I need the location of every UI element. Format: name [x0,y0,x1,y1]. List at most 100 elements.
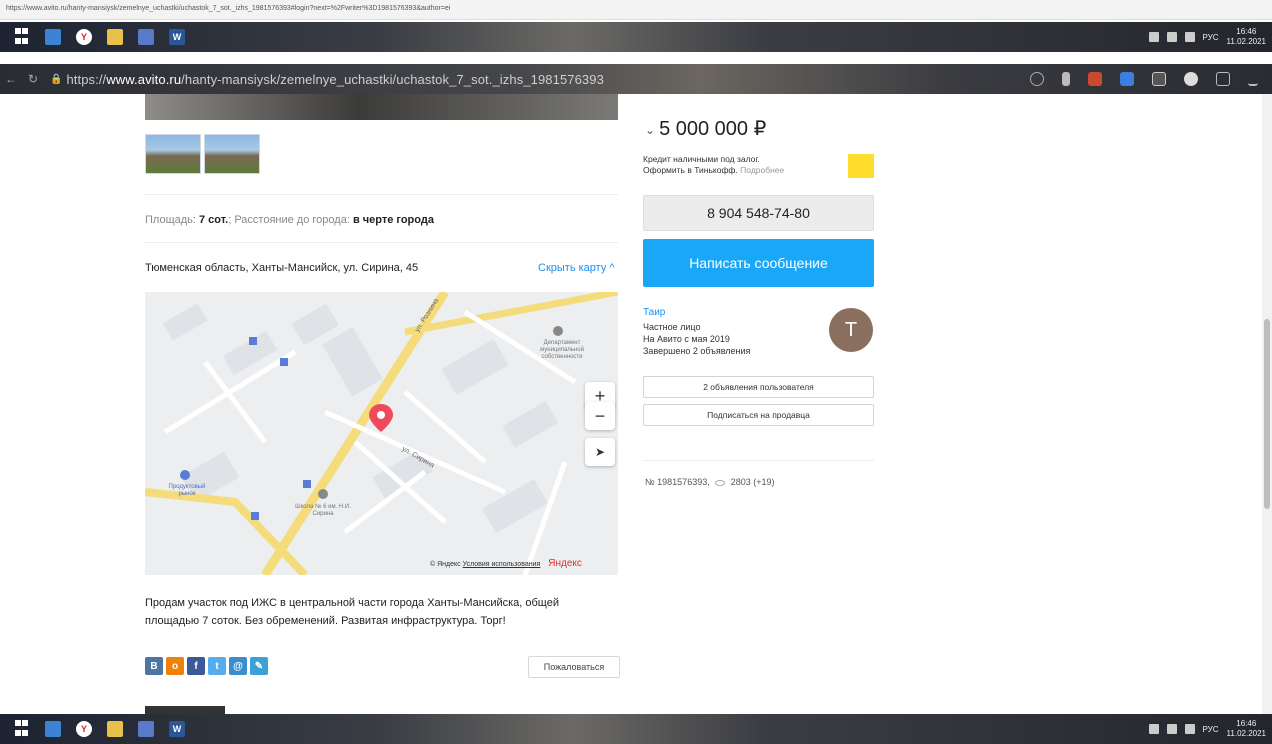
url-domain: www.avito.ru [106,71,182,87]
item-address: Тюменская область, Ханты-Мансийск, ул. С… [145,262,419,274]
facebook-icon[interactable]: f [187,657,205,675]
write-message-button[interactable]: Написать сообщение [643,239,874,287]
map-label-school: Школа № 6 им. Н.И. Сирина [295,504,351,517]
status-url: https://www.avito.ru/hanty-mansiysk/zeme… [0,0,1272,20]
settings-icon[interactable] [1184,72,1198,86]
seller-ads-button[interactable]: 2 объявления пользователя [643,376,874,398]
download-icon[interactable] [1248,72,1258,86]
complain-button[interactable]: Пожаловаться [528,656,620,678]
address-field[interactable]: https://www.avito.ru/hanty-mansiysk/zeme… [66,72,603,87]
lock-icon: 🔒 [50,73,63,85]
word-icon[interactable]: W [169,29,185,45]
map-label-market: Продуктовый рынок [168,484,206,497]
map-tiles [145,292,618,575]
scrollbar[interactable] [1262,94,1272,714]
word-icon[interactable]: W [169,721,185,737]
url-prefix: https:// [66,71,107,87]
yandex-browser-icon[interactable]: Y [76,29,92,45]
credit-line-2: Оформить в Тинькофф. [643,165,738,175]
twitter-icon[interactable]: t [208,657,226,675]
mailru-icon[interactable]: @ [229,657,247,675]
clock-date: 11.02.2021 [1226,729,1266,738]
reload-icon[interactable]: ↻ [22,72,44,86]
photo-thumbnails [145,134,260,174]
language-indicator[interactable]: РУС [1203,725,1219,734]
system-tray: РУС 16:46 11.02.2021 [1148,27,1272,47]
windows-start-icon[interactable] [14,720,30,737]
views-count: 2803 (+19) [730,477,775,487]
seller-name[interactable]: Таир [643,307,665,318]
tray-app-icon[interactable] [1148,32,1159,42]
volume-icon[interactable] [1166,724,1177,734]
battery-icon[interactable] [1184,32,1195,42]
page-content: Площадь: 7 сот.; Расстояние до города: в… [0,94,1272,714]
clock-time: 16:46 [1236,719,1257,728]
seller-info: Частное лицо На Авито с мая 2019 Заверше… [643,321,750,357]
extension-icon[interactable] [1120,72,1134,86]
locate-arrow-icon[interactable]: ➤ [585,438,615,466]
odnoklassniki-icon[interactable]: o [166,657,184,675]
taskbar-top: Y W РУС 16:46 11.02.2021 [0,22,1272,52]
language-indicator[interactable]: РУС [1203,33,1219,42]
search-icon[interactable] [1030,72,1044,86]
ad-number: № 1981576393, [645,477,710,487]
param-distance-label: ; Расстояние до города: [228,214,353,226]
share-buttons: B o f t @ ✎ [145,657,268,675]
battery-icon[interactable] [1184,724,1195,734]
param-area-value: 7 сот. [199,214,229,226]
vk-icon[interactable]: B [145,657,163,675]
ad-meta: № 1981576393, 2803 (+19) [645,477,775,487]
price-dropdown-icon[interactable]: ⌄ [645,123,655,137]
notes-icon[interactable] [1216,72,1230,86]
volume-icon[interactable] [1166,32,1177,42]
thumbnail-1[interactable] [145,134,201,174]
zoom-out-button[interactable]: − [585,402,615,430]
scrollbar-thumb[interactable] [1264,319,1270,509]
seller-since: На Авито с мая 2019 [643,334,730,344]
credit-more-link[interactable]: Подробнее [740,165,784,175]
downloads-panel-icon[interactable] [1152,72,1166,86]
yandex-logo[interactable]: Яндекс [548,558,582,569]
map-label-dept: Департамент муниципальной собственности [540,340,584,360]
clock-date: 11.02.2021 [1226,37,1266,46]
file-explorer-icon[interactable] [107,29,123,45]
map[interactable]: ул. Рознина ул. Сирина Департамент муниц… [145,292,618,575]
param-distance-value: в черте города [352,214,434,226]
calculator-icon[interactable] [138,29,154,45]
divider [643,460,874,461]
param-area-label: Площадь: [145,214,199,226]
clock-time: 16:46 [1236,27,1257,36]
thumbnail-2[interactable] [204,134,260,174]
windows-start-icon[interactable] [14,28,30,45]
url-path: /hanty-mansiysk/zemelnye_uchastki/uchast… [181,71,604,87]
browser-address-bar: ← ↻ 🔒 https://www.avito.ru/hanty-mansiys… [0,64,1272,94]
tinkoff-logo[interactable] [848,154,874,178]
section-heading [145,706,225,714]
price: ⌄ 5 000 000 ₽ [645,116,766,141]
mail-icon[interactable] [45,29,61,45]
yandex-browser-icon[interactable]: Y [76,721,92,737]
livejournal-icon[interactable]: ✎ [250,657,268,675]
map-terms-link[interactable]: Условия использования [463,561,541,568]
mail-icon[interactable] [45,721,61,737]
credit-offer: Кредит наличными под залог. Оформить в Т… [643,154,784,176]
phone-button[interactable]: 8 904 548-74-80 [643,195,874,231]
back-icon[interactable]: ← [0,72,22,86]
adguard-icon[interactable] [1088,72,1102,86]
hide-map-link[interactable]: Скрыть карту ^ [538,262,615,274]
subscribe-button[interactable]: Подписаться на продавца [643,404,874,426]
calculator-icon[interactable] [138,721,154,737]
seller-type: Частное лицо [643,322,701,332]
file-explorer-icon[interactable] [107,721,123,737]
map-copyright: © Яндекс [430,561,461,568]
credit-line-1: Кредит наличными под залог. [643,154,760,164]
bookmark-icon[interactable] [1062,72,1070,86]
tray-app-icon[interactable] [1148,724,1159,734]
clock[interactable]: 16:46 11.02.2021 [1227,719,1266,739]
map-footer: © Яндекс Условия использования Яндекс [430,558,582,569]
params-line: Площадь: 7 сот.; Расстояние до города: в… [145,214,434,226]
avatar[interactable]: T [829,308,873,352]
clock[interactable]: 16:46 11.02.2021 [1227,27,1266,47]
eye-icon [715,479,726,486]
main-photo[interactable] [145,94,618,120]
